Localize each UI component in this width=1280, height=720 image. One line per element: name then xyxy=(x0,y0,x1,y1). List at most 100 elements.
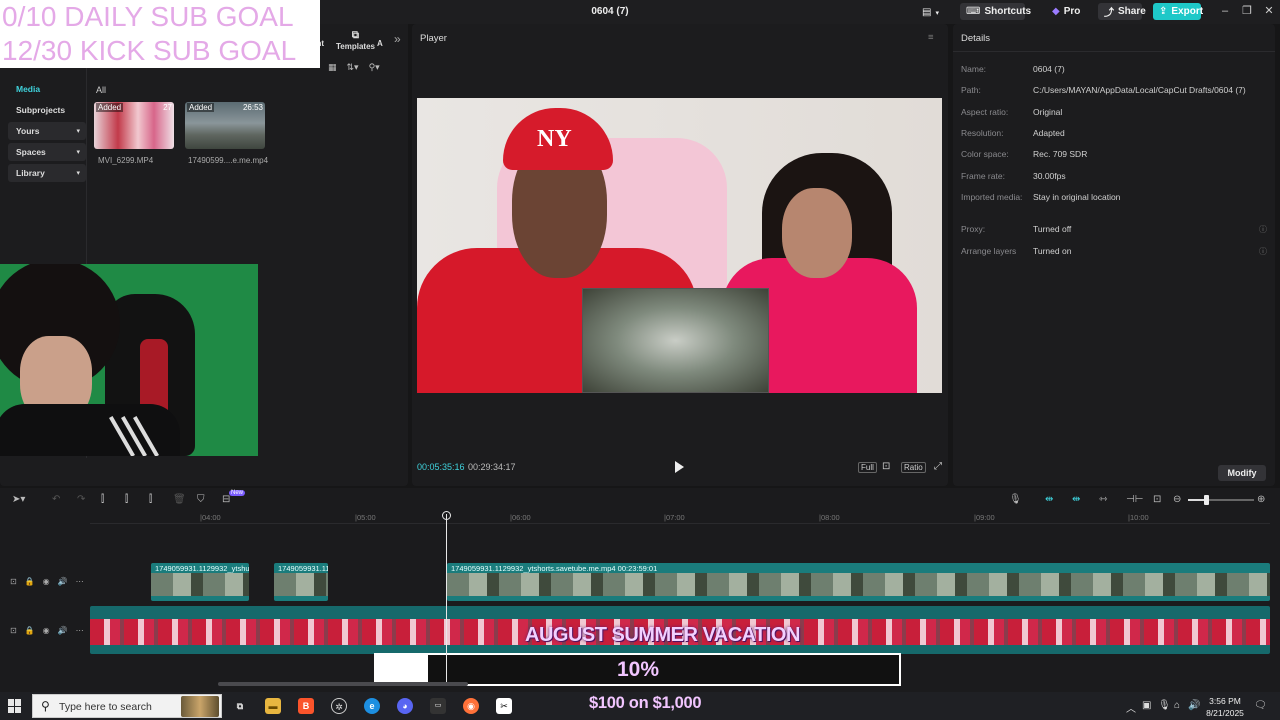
more-icon[interactable]: ⋯ xyxy=(76,626,84,635)
lock-icon[interactable]: 🔒 xyxy=(25,626,35,635)
ratio-button[interactable]: Ratio xyxy=(901,462,926,473)
sidebar-item-subprojects[interactable]: Subprojects xyxy=(8,101,86,119)
sidebar-item-media[interactable]: Media xyxy=(8,80,86,98)
filter-icon[interactable]: ⚲▾ xyxy=(369,62,380,76)
media-item-thumbnail[interactable]: Added 26:53 xyxy=(185,102,265,149)
marker-icon[interactable]: ⛉ xyxy=(197,494,205,505)
minimize-icon[interactable]: – xyxy=(1218,4,1232,18)
capcut-icon[interactable]: ✂ xyxy=(496,698,512,714)
split-left-icon[interactable]: ⫿ xyxy=(125,494,128,505)
more-icon[interactable]: ⋯ xyxy=(76,577,84,586)
info-icon[interactable]: ⓘ xyxy=(1259,246,1267,257)
zoom-out-icon[interactable]: ⊖ xyxy=(1173,494,1181,505)
grid-view-icon[interactable]: ▦ xyxy=(328,62,337,76)
auto-caption-icon[interactable]: ⊟ xyxy=(222,494,230,505)
chatgpt-icon[interactable]: ✲ xyxy=(331,698,347,714)
windows-start-icon[interactable] xyxy=(8,699,22,713)
track-cover-icon[interactable]: ⊡ xyxy=(10,626,17,635)
timeline-clip[interactable]: 1749059931.1129932_ytshu xyxy=(151,563,249,601)
player-title: Player xyxy=(420,33,447,44)
system-clock[interactable]: 3:56 PM 8/21/2025 xyxy=(1200,695,1250,719)
export-button[interactable]: ⇪ Export xyxy=(1153,3,1204,20)
tab-templates-label: Templates xyxy=(336,42,375,51)
expand-tabs-icon[interactable]: » xyxy=(394,32,401,46)
video-preview[interactable]: NY xyxy=(417,98,942,393)
split-icon[interactable]: ⫿ xyxy=(101,494,104,505)
microphone-icon[interactable]: 🎙 xyxy=(1009,494,1022,505)
timeline-scrollbar[interactable] xyxy=(218,682,468,686)
detail-value: Turned on xyxy=(1033,246,1072,256)
filter-all-label[interactable]: All xyxy=(96,85,106,95)
share-button[interactable]: ⤴ Share xyxy=(1098,3,1146,20)
play-button[interactable] xyxy=(675,461,685,473)
modify-button[interactable]: Modify xyxy=(1218,465,1266,481)
speaker-icon[interactable]: 🔊 xyxy=(58,626,68,635)
detail-value: C:/Users/MAYAN/AppData/Local/CapCut Draf… xyxy=(1033,85,1246,95)
microphone-tray-icon[interactable]: 🎙 xyxy=(1158,700,1171,711)
tab-templates[interactable]: ⧉ Templates xyxy=(336,30,375,51)
shortcuts-button[interactable]: ⌨ Shortcuts xyxy=(960,3,1031,20)
fullscreen-icon[interactable]: ⤢ xyxy=(932,462,944,473)
detail-row-arrange: Arrange layers Turned on ⓘ xyxy=(961,246,1271,258)
sidebar-item-spaces[interactable]: Spaces ▾ xyxy=(8,143,86,161)
firefox-icon[interactable]: ◉ xyxy=(463,698,479,714)
zoom-fit-icon[interactable]: ⊕ xyxy=(1257,494,1265,505)
full-button[interactable]: Full xyxy=(858,462,877,473)
brave-browser-icon[interactable]: B xyxy=(298,698,314,714)
select-tool-icon[interactable]: ➤▾ xyxy=(12,494,25,505)
discord-icon[interactable]: ◕ xyxy=(397,698,413,714)
speaker-icon[interactable]: 🔊 xyxy=(58,577,68,586)
detail-key: Frame rate: xyxy=(961,171,1005,181)
playhead[interactable] xyxy=(446,514,447,682)
auto-snap-icon[interactable]: ⇹ xyxy=(1072,494,1080,505)
split-right-icon[interactable]: ⫿ xyxy=(149,494,152,505)
pro-button[interactable]: ◆ Pro xyxy=(1046,3,1082,20)
undo-icon[interactable]: ↶ xyxy=(52,494,60,505)
media-item-thumbnail[interactable]: Added 27 xyxy=(94,102,174,149)
volume-icon[interactable]: 🔊 xyxy=(1188,700,1200,711)
tray-app-icon[interactable]: ▣ xyxy=(1142,700,1151,711)
layout-icon: ▤ xyxy=(922,7,932,18)
task-view-icon[interactable]: ⧉ xyxy=(232,698,248,714)
eye-icon[interactable]: ◉ xyxy=(43,577,50,586)
restore-icon[interactable]: ❐ xyxy=(1240,4,1254,18)
detail-key: Path: xyxy=(961,85,981,95)
redo-icon[interactable]: ↷ xyxy=(77,494,85,505)
sort-icon[interactable]: ⇅▾ xyxy=(347,62,359,76)
layout-menu-button[interactable]: ▤ ▾ xyxy=(916,4,942,21)
sidebar-item-label: Subprojects xyxy=(16,105,66,115)
linkage-icon[interactable]: ⇿ xyxy=(1099,494,1107,505)
network-icon[interactable]: ⌂ xyxy=(1174,700,1180,711)
taskbar-search[interactable]: ⚲ Type here to search xyxy=(32,694,222,718)
track-cover-icon[interactable]: ⊡ xyxy=(10,577,17,586)
search-icon: ⚲ xyxy=(41,699,50,713)
streaming-app-icon[interactable]: ▭ xyxy=(430,698,446,714)
zoom-slider-handle[interactable] xyxy=(1204,495,1209,505)
edge-browser-icon[interactable]: e xyxy=(364,698,380,714)
snapshot-icon[interactable]: ⊡ xyxy=(880,462,892,473)
main-track-magnet-icon[interactable]: ⇹ xyxy=(1045,494,1053,505)
clip-frames xyxy=(151,573,249,596)
detail-key: Arrange layers xyxy=(961,246,1017,256)
lock-icon[interactable]: 🔒 xyxy=(25,577,35,586)
caption-icon[interactable]: ⊡ xyxy=(1153,494,1161,505)
close-icon[interactable]: ✕ xyxy=(1262,4,1276,18)
delete-icon[interactable]: 🗑 xyxy=(173,494,186,505)
show-hidden-icons[interactable]: ︿ xyxy=(1126,700,1136,715)
timeline-clip[interactable]: 1749059931.1129932_ytshorts.savetube.me.… xyxy=(447,563,1270,601)
preview-axis-icon[interactable]: ⊣⊢ xyxy=(1126,494,1143,505)
duration-badge: 26:53 xyxy=(242,103,263,112)
notifications-icon[interactable]: 🗨 xyxy=(1254,700,1267,711)
file-explorer-icon[interactable]: ▬ xyxy=(265,698,281,714)
eye-icon[interactable]: ◉ xyxy=(43,626,50,635)
tab-audio[interactable]: A xyxy=(377,39,383,48)
timeline-clip[interactable]: 1749059931.11 xyxy=(274,563,328,601)
sidebar-item-yours[interactable]: Yours ▾ xyxy=(8,122,86,140)
info-icon[interactable]: ⓘ xyxy=(1259,224,1267,235)
export-label: Export xyxy=(1171,6,1204,17)
detail-row-aspect: Aspect ratio: Original xyxy=(961,107,1271,119)
ruler-label: |04:00 xyxy=(200,513,221,522)
goal-progress-fill xyxy=(376,655,428,684)
player-menu-icon[interactable]: ≡ xyxy=(928,32,934,43)
sidebar-item-library[interactable]: Library ▾ xyxy=(8,164,86,182)
